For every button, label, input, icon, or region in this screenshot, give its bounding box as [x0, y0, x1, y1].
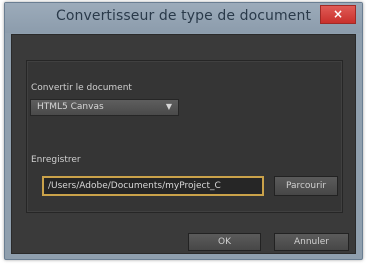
converter-dialog: Convertisseur de type de document × Conv… — [4, 2, 363, 260]
cancel-button[interactable]: Annuler — [274, 233, 349, 251]
dialog-body: Convertir le document HTML5 Canvas ▼ Enr… — [11, 34, 356, 254]
browse-button[interactable]: Parcourir — [274, 176, 338, 196]
document-type-dropdown[interactable]: HTML5 Canvas ▼ — [30, 99, 179, 116]
close-button[interactable]: × — [320, 5, 356, 24]
save-path-input[interactable]: /Users/Adobe/Documents/myProject_C — [42, 176, 264, 196]
dialog-title: Convertisseur de type de document — [55, 8, 312, 24]
document-type-value: HTML5 Canvas — [37, 102, 104, 112]
save-label: Enregistrer — [31, 155, 81, 165]
ok-button[interactable]: OK — [188, 233, 261, 251]
title-bar[interactable]: Convertisseur de type de document × — [5, 3, 362, 33]
convert-document-label: Convertir le document — [31, 83, 132, 93]
chevron-down-icon: ▼ — [165, 102, 172, 111]
